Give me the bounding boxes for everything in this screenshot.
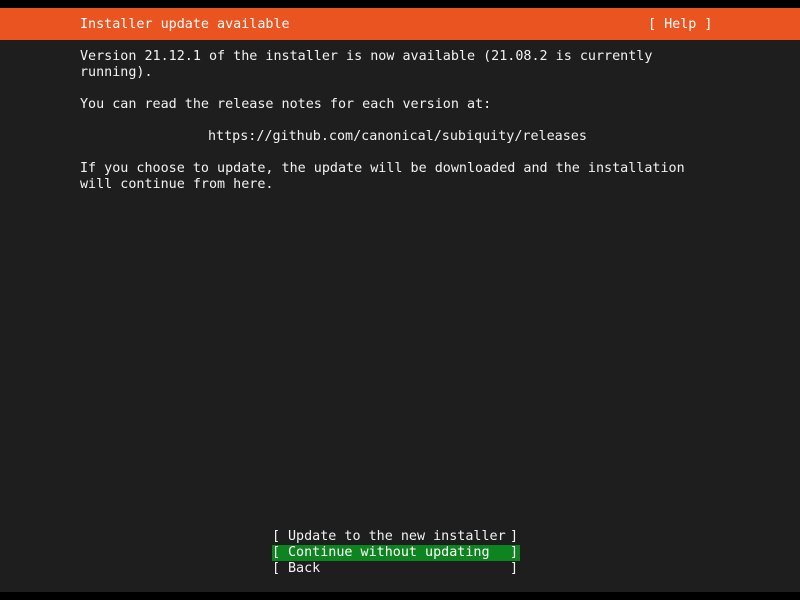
bracket-left: [: [272, 545, 281, 560]
release-notes-text: You can read the release notes for each …: [80, 97, 492, 112]
back-button[interactable]: [ Back ]: [272, 561, 520, 577]
installer-screen: Installer update available [ Help ] Vers…: [0, 0, 800, 600]
version-text-line2: running).: [80, 65, 153, 80]
bracket-right: ]: [510, 545, 519, 560]
version-text-line1: Version 21.12.1 of the installer is now …: [80, 49, 653, 64]
update-info-line1: If you choose to update, the update will…: [80, 161, 685, 176]
bracket-right: ]: [510, 529, 519, 544]
back-label: Back: [288, 561, 321, 576]
screen-title: Installer update available: [80, 17, 290, 32]
update-installer-button[interactable]: [ Update to the new installer ]: [272, 529, 520, 545]
top-border: [0, 0, 800, 8]
release-notes-url: https://github.com/canonical/subiquity/r…: [208, 129, 587, 144]
update-installer-label: Update to the new installer: [288, 529, 506, 544]
bracket-right: ]: [510, 561, 519, 576]
bracket-left: [: [272, 561, 281, 576]
update-info-line2: will continue from here.: [80, 177, 274, 192]
help-button[interactable]: [ Help ]: [648, 16, 713, 33]
continue-without-updating-button[interactable]: [ Continue without updating ]: [272, 545, 520, 561]
continue-without-updating-label: Continue without updating: [288, 545, 490, 560]
bottom-border: [0, 592, 800, 600]
bracket-left: [: [272, 529, 281, 544]
